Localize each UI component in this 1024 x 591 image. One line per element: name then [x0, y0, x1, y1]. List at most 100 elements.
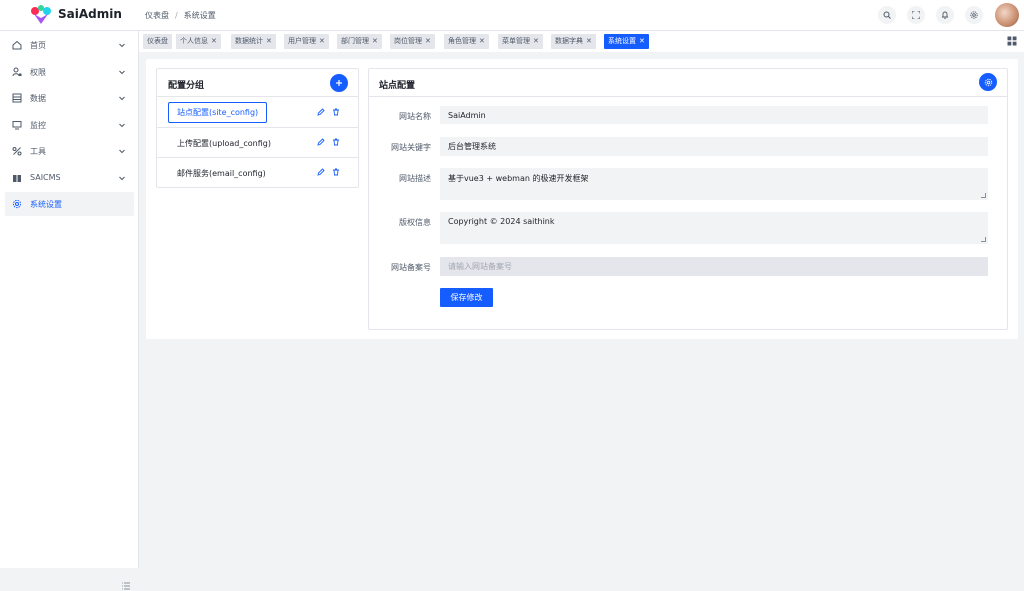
saiadmin-logo-icon[interactable]	[30, 4, 52, 26]
close-icon[interactable]: ✕	[372, 34, 378, 49]
gear-icon	[12, 199, 22, 209]
record-no-label: 网站备案号	[391, 263, 431, 272]
edit-icon[interactable]	[317, 108, 325, 116]
tab-system-settings[interactable]: 系统设置 ✕	[604, 34, 649, 49]
delete-icon[interactable]	[332, 168, 340, 176]
site-config-title: 站点配置	[379, 81, 416, 91]
chevron-down-icon	[119, 176, 125, 181]
copyright-value: Copyright © 2024 saithink	[448, 217, 555, 226]
config-settings-button[interactable]	[979, 73, 997, 91]
sidebar-item-label: SAICMS	[30, 173, 61, 182]
tab-label: 数据统计	[235, 37, 263, 45]
book-icon	[13, 175, 21, 182]
add-group-button[interactable]	[330, 74, 348, 92]
close-icon[interactable]: ✕	[319, 34, 325, 49]
settings-button[interactable]	[965, 6, 983, 24]
record-no-input[interactable]: 请输入网站备案号	[440, 257, 988, 276]
tab-label: 岗位管理	[394, 37, 422, 45]
site-keywords-label: 网站关键字	[391, 143, 431, 152]
tool-icon	[12, 147, 22, 156]
chevron-down-icon	[119, 149, 125, 154]
tab-data-dictionary[interactable]: 数据字典 ✕	[551, 34, 596, 49]
close-icon[interactable]: ✕	[266, 34, 272, 49]
breadcrumb: 仪表盘 / 系统设置	[145, 10, 216, 21]
tab-profile[interactable]: 个人信息 ✕	[176, 34, 221, 49]
site-name-value: SaiAdmin	[448, 110, 486, 120]
group-name[interactable]: 站点配置(site_config)	[168, 102, 268, 123]
close-icon[interactable]: ✕	[211, 34, 217, 49]
search-button[interactable]	[878, 6, 896, 24]
sidebar-item-data[interactable]: 数据	[5, 86, 134, 110]
config-group-title: 配置分组	[168, 81, 205, 91]
breadcrumb-home[interactable]: 仪表盘	[145, 11, 169, 20]
config-group-item[interactable]: 上传配置(upload_config)	[157, 128, 358, 158]
config-group-item[interactable]: 邮件服务(email_config)	[157, 158, 358, 188]
sidebar-item-label: 工具	[30, 147, 46, 156]
delete-icon[interactable]	[332, 108, 340, 116]
tab-menu-management[interactable]: 菜单管理 ✕	[498, 34, 543, 49]
sidebar-item-monitor[interactable]: 监控	[5, 113, 134, 137]
save-button[interactable]: 保存修改	[440, 288, 493, 307]
config-group-item[interactable]: 站点配置(site_config)	[157, 97, 358, 127]
notification-button[interactable]	[936, 6, 954, 24]
sidebar-item-label: 权限	[30, 68, 46, 77]
sidebar-item-label: 首页	[30, 41, 46, 50]
site-keywords-input[interactable]: 后台管理系统	[440, 137, 988, 156]
resize-handle[interactable]	[981, 193, 986, 198]
edit-icon[interactable]	[317, 138, 325, 146]
divider	[369, 96, 1007, 97]
tab-dashboard[interactable]: 仪表盘	[143, 34, 172, 49]
group-name[interactable]: 上传配置(upload_config)	[177, 138, 271, 149]
search-icon	[883, 11, 891, 19]
sidebar-item-tools[interactable]: 工具	[5, 139, 134, 163]
close-icon[interactable]: ✕	[639, 34, 645, 49]
chevron-down-icon	[119, 96, 125, 101]
tab-label: 个人信息	[180, 37, 208, 45]
tab-label: 仪表盘	[147, 37, 168, 45]
tab-label: 角色管理	[448, 37, 476, 45]
site-desc-label: 网站描述	[399, 174, 431, 183]
edit-icon[interactable]	[317, 168, 325, 176]
tab-user-management[interactable]: 用户管理 ✕	[284, 34, 329, 49]
sidebar-item-permission[interactable]: 权限	[5, 60, 134, 84]
tab-bar: 仪表盘 个人信息 ✕ 数据统计 ✕ 用户管理 ✕ 部门管理 ✕ 岗位管理 ✕ 角色管理 ✕ …	[139, 31, 1024, 52]
chevron-down-icon	[119, 123, 125, 128]
tab-statistics[interactable]: 数据统计 ✕	[231, 34, 276, 49]
site-name-input[interactable]: SaiAdmin	[440, 106, 988, 124]
sidebar-item-label: 数据	[30, 94, 46, 103]
brand-name[interactable]: SaiAdmin	[58, 7, 122, 21]
site-desc-value: 基于vue3 + webman 的极速开发框架	[448, 174, 589, 183]
sidebar-item-label: 系统设置	[30, 200, 62, 209]
sidebar-item-saicms[interactable]: SAICMS	[5, 166, 134, 190]
close-icon[interactable]: ✕	[479, 34, 485, 49]
tab-label: 数据字典	[555, 37, 583, 45]
fullscreen-icon	[912, 11, 920, 19]
tab-label: 系统设置	[608, 37, 636, 45]
sidebar-item-label: 监控	[30, 121, 46, 130]
sidebar-item-system-settings[interactable]: 系统设置	[5, 192, 134, 216]
resize-handle[interactable]	[981, 237, 986, 242]
delete-icon[interactable]	[332, 138, 340, 146]
tab-label: 用户管理	[288, 37, 316, 45]
sidebar-collapse-icon[interactable]	[121, 581, 131, 591]
group-name[interactable]: 邮件服务(email_config)	[177, 168, 266, 179]
copyright-label: 版权信息	[399, 218, 431, 227]
tab-role-management[interactable]: 角色管理 ✕	[444, 34, 489, 49]
fullscreen-button[interactable]	[907, 6, 925, 24]
user-avatar[interactable]	[995, 3, 1019, 27]
chevron-down-icon	[119, 70, 125, 75]
grid-menu-icon[interactable]	[1007, 36, 1017, 46]
close-icon[interactable]: ✕	[586, 34, 592, 49]
close-icon[interactable]: ✕	[533, 34, 539, 49]
sidebar-item-home[interactable]: 首页	[5, 33, 134, 57]
close-icon[interactable]: ✕	[425, 34, 431, 49]
copyright-textarea[interactable]: Copyright © 2024 saithink	[440, 212, 988, 244]
tab-label: 菜单管理	[502, 37, 530, 45]
gear-icon	[984, 78, 992, 86]
database-icon	[12, 93, 22, 103]
top-header: SaiAdmin 仪表盘 / 系统设置	[0, 0, 1024, 31]
site-desc-textarea[interactable]: 基于vue3 + webman 的极速开发框架	[440, 168, 988, 200]
settings-icon	[970, 11, 978, 19]
tab-post-management[interactable]: 岗位管理 ✕	[390, 34, 435, 49]
tab-department-management[interactable]: 部门管理 ✕	[337, 34, 382, 49]
